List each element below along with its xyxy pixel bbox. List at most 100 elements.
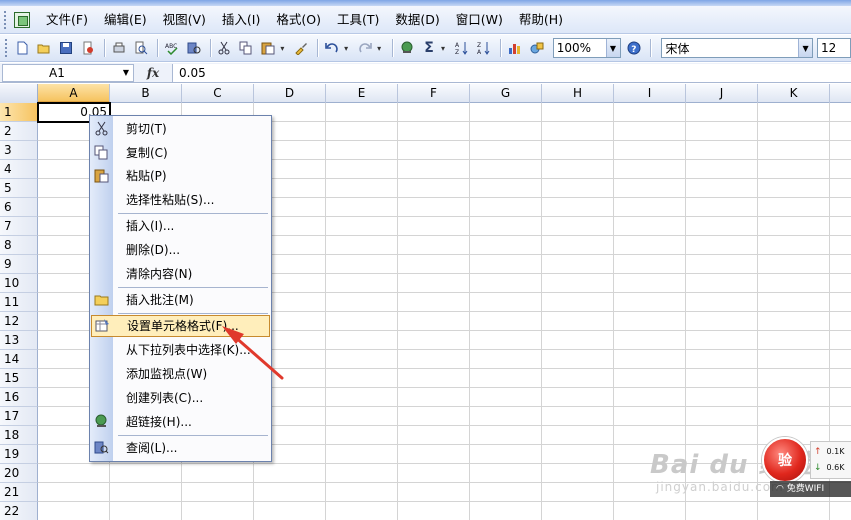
paste-dropdown-arrow[interactable]: ▾ (280, 44, 288, 53)
row-header[interactable]: 8 (0, 236, 38, 255)
row-header[interactable]: 5 (0, 179, 38, 198)
column-header[interactable]: A (38, 84, 110, 103)
undo-arrow-icon (325, 43, 338, 53)
menu-grip[interactable] (4, 10, 8, 29)
free-wifi-bar[interactable]: ◠ 免费WIFI (770, 481, 851, 497)
zoom-combobox[interactable]: 100% ▼ (552, 38, 621, 58)
spelling-button[interactable]: ABC (162, 38, 182, 58)
ctx-add-watch[interactable]: 添加监视点(W) (90, 363, 271, 385)
row-header[interactable]: 16 (0, 388, 38, 407)
save-button[interactable] (56, 38, 76, 58)
undo-button[interactable] (322, 38, 342, 58)
print-preview-button[interactable] (131, 38, 151, 58)
cut-button[interactable] (215, 38, 235, 58)
ctx-separator (118, 213, 268, 214)
row-header[interactable]: 17 (0, 407, 38, 426)
ctx-paste-special[interactable]: 选择性粘贴(S)... (90, 189, 271, 211)
row-header[interactable]: 1 (0, 103, 38, 122)
row-header[interactable]: 14 (0, 350, 38, 369)
row-header[interactable]: 3 (0, 141, 38, 160)
row-header[interactable]: 15 (0, 369, 38, 388)
drawing-button[interactable] (527, 38, 547, 58)
menu-tools[interactable]: 工具(T) (331, 9, 389, 31)
column-header[interactable]: E (326, 84, 398, 103)
autosum-button[interactable]: Σ (419, 38, 439, 58)
insert-hyperlink-button[interactable] (397, 38, 417, 58)
redo-dropdown-arrow[interactable]: ▾ (377, 44, 385, 53)
chevron-down-icon[interactable]: ▼ (605, 39, 620, 57)
chart-wizard-button[interactable] (505, 38, 525, 58)
column-header[interactable]: K (758, 84, 830, 103)
font-name-combobox[interactable]: 宋体 ▼ (661, 38, 814, 58)
row-header[interactable]: 9 (0, 255, 38, 274)
column-header[interactable]: G (470, 84, 542, 103)
row-header[interactable]: 19 (0, 445, 38, 464)
row-header[interactable]: 22 (0, 502, 38, 520)
ctx-hyperlink[interactable]: 超链接(H)... (90, 411, 271, 433)
chevron-down-icon[interactable]: ▼ (119, 65, 133, 81)
row-header[interactable]: 20 (0, 464, 38, 483)
undo-dropdown-arrow[interactable]: ▾ (344, 44, 352, 53)
row-header[interactable]: 21 (0, 483, 38, 502)
copy-button[interactable] (236, 38, 256, 58)
ctx-item-label: 创建列表(C)... (126, 391, 204, 405)
row-header[interactable]: 13 (0, 331, 38, 350)
open-button[interactable] (34, 38, 54, 58)
menu-view[interactable]: 视图(V) (157, 9, 216, 31)
column-header[interactable]: B (110, 84, 182, 103)
menu-edit[interactable]: 编辑(E) (98, 9, 157, 31)
menu-data[interactable]: 数据(D) (389, 9, 449, 31)
format-painter-button[interactable] (291, 38, 311, 58)
row-header[interactable]: 10 (0, 274, 38, 293)
column-header[interactable]: I (614, 84, 686, 103)
menu-file[interactable]: 文件(F) (40, 9, 98, 31)
menu-insert[interactable]: 插入(I) (216, 9, 270, 31)
autosum-dropdown-arrow[interactable]: ▾ (441, 44, 449, 53)
speed-badge[interactable]: 验 (762, 437, 808, 483)
redo-button[interactable] (355, 38, 375, 58)
ctx-insert-comment[interactable]: 插入批注(M) (90, 289, 271, 311)
row-header[interactable]: 4 (0, 160, 38, 179)
ctx-pick-from-list[interactable]: 从下拉列表中选择(K)... (90, 339, 271, 361)
sort-ascending-button[interactable]: AZ (452, 38, 472, 58)
row-header[interactable]: 12 (0, 312, 38, 331)
paste-button[interactable] (258, 38, 278, 58)
select-all-corner[interactable] (0, 84, 38, 103)
row-header[interactable]: 7 (0, 217, 38, 236)
column-header[interactable]: C (182, 84, 254, 103)
help-button[interactable]: ? (625, 38, 645, 58)
row-header[interactable]: 2 (0, 122, 38, 141)
ctx-cut[interactable]: 剪切(T) (90, 118, 271, 140)
column-header[interactable]: H (542, 84, 614, 103)
menu-help[interactable]: 帮助(H) (513, 9, 573, 31)
formula-input[interactable]: 0.05 (172, 63, 851, 82)
sort-descending-button[interactable]: ZA (474, 38, 494, 58)
font-size-combobox[interactable]: 12 (817, 38, 851, 58)
ctx-paste[interactable]: 粘贴(P) (90, 165, 271, 187)
research-button[interactable] (184, 38, 204, 58)
toolbar-grip[interactable] (5, 39, 8, 57)
ctx-format-cells[interactable]: 设置单元格格式(F)... (91, 315, 270, 337)
chevron-down-icon[interactable]: ▼ (798, 39, 813, 57)
ctx-copy[interactable]: 复制(C) (90, 142, 271, 164)
insert-function-icon[interactable]: fx (134, 66, 172, 80)
menu-window[interactable]: 窗口(W) (450, 9, 513, 31)
ctx-delete[interactable]: 删除(D)... (90, 239, 271, 261)
row-header[interactable]: 11 (0, 293, 38, 312)
ctx-clear-contents[interactable]: 清除内容(N) (90, 263, 271, 285)
upload-arrow-icon: ↑ (814, 447, 822, 457)
excel-app-icon[interactable] (14, 11, 30, 28)
column-header[interactable]: J (686, 84, 758, 103)
row-header[interactable]: 6 (0, 198, 38, 217)
column-header[interactable]: F (398, 84, 470, 103)
row-header[interactable]: 18 (0, 426, 38, 445)
new-button[interactable] (12, 38, 32, 58)
menu-format[interactable]: 格式(O) (270, 9, 331, 31)
print-button[interactable] (109, 38, 129, 58)
permission-button[interactable] (78, 38, 98, 58)
column-header[interactable]: D (254, 84, 326, 103)
ctx-insert[interactable]: 插入(I)... (90, 215, 271, 237)
ctx-research[interactable]: 查阅(L)... (90, 437, 271, 459)
name-box[interactable]: A1 ▼ (2, 63, 134, 82)
ctx-create-list[interactable]: 创建列表(C)... (90, 387, 271, 409)
